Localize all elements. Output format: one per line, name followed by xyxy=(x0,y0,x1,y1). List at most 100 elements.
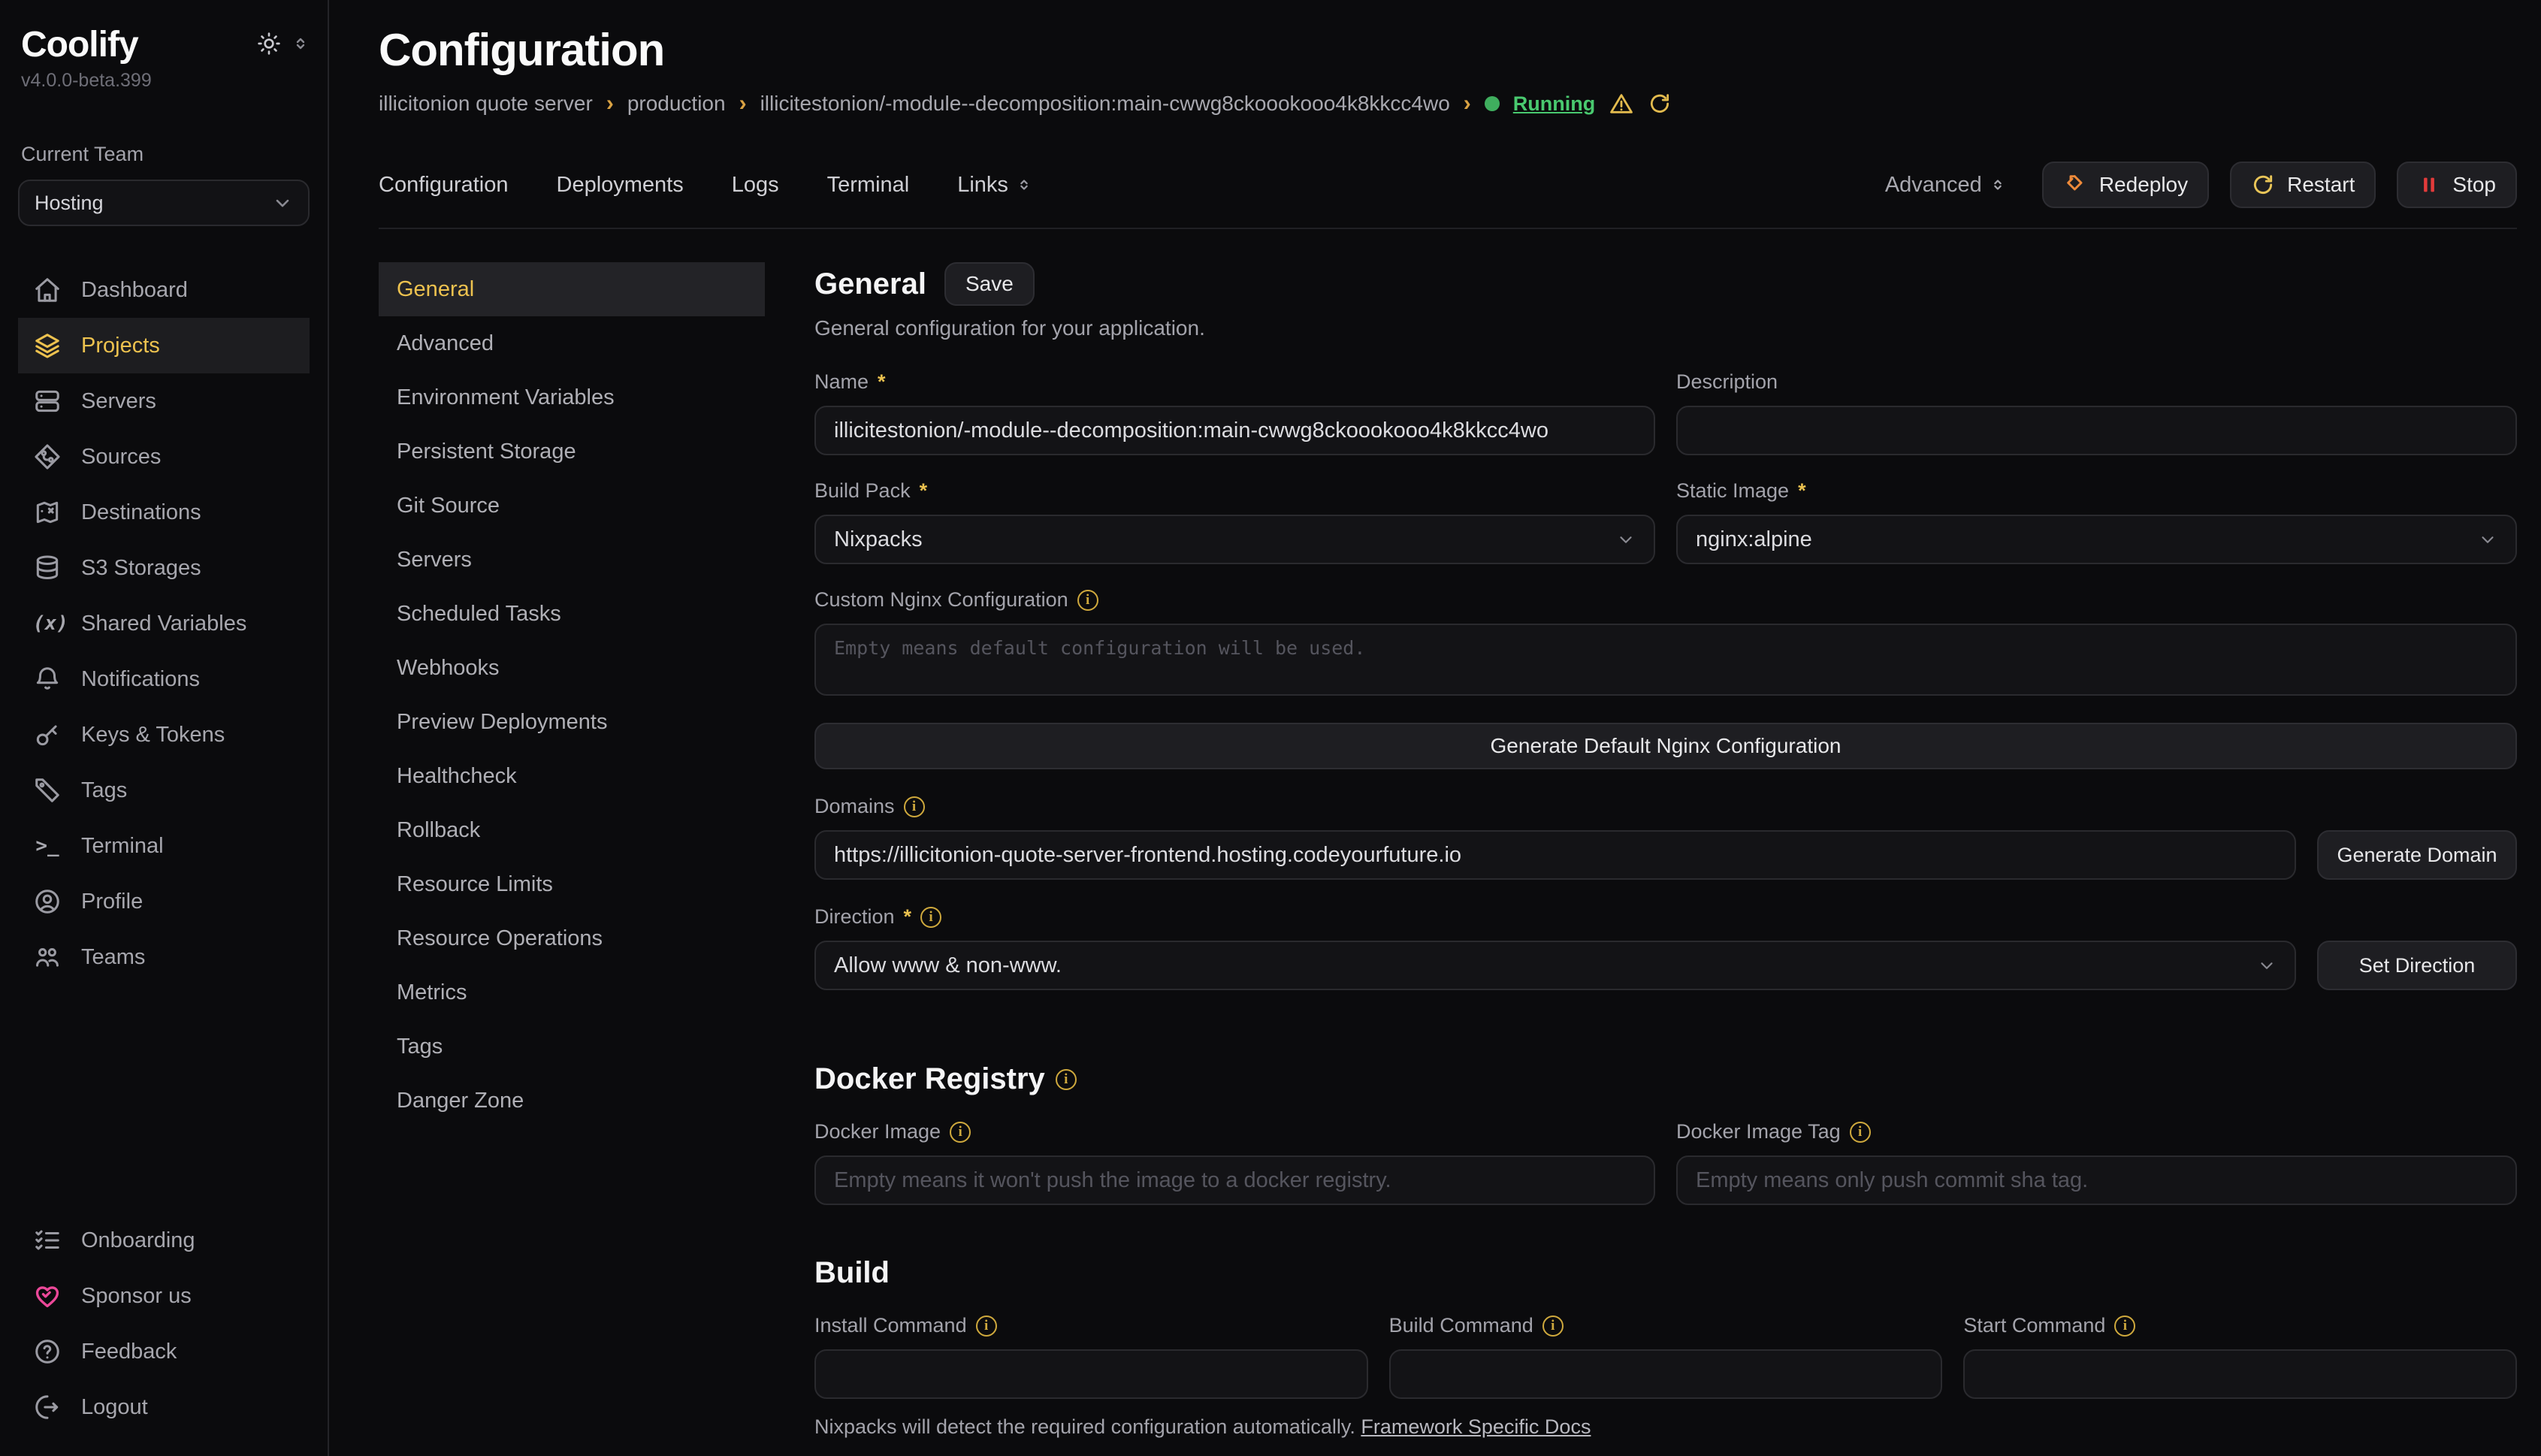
nixpacks-note: Nixpacks will detect the required config… xyxy=(814,1415,2517,1439)
submenu-item-rollback[interactable]: Rollback xyxy=(379,803,765,857)
sidebar-item-sources[interactable]: Sources xyxy=(18,429,310,485)
custom-nginx-textarea[interactable] xyxy=(814,624,2517,696)
status-dot xyxy=(1485,96,1500,111)
sidebar-item-projects[interactable]: Projects xyxy=(18,318,310,373)
submenu-item-servers[interactable]: Servers xyxy=(379,533,765,587)
submenu-item-resource-operations[interactable]: Resource Operations xyxy=(379,911,765,965)
app-logo[interactable]: Coolify xyxy=(21,24,138,65)
sidebar-item-feedback[interactable]: Feedback xyxy=(18,1324,310,1379)
submenu-item-general[interactable]: General xyxy=(379,262,765,316)
build-command-input[interactable] xyxy=(1389,1349,1943,1399)
chevron-down-icon xyxy=(272,192,293,213)
description-field-group: Description xyxy=(1676,370,2517,455)
user-circle-icon xyxy=(33,887,62,916)
start-command-field-group: Start Commandi xyxy=(1963,1314,2517,1399)
advanced-dropdown[interactable]: Advanced xyxy=(1885,173,2006,198)
domains-input[interactable] xyxy=(814,830,2296,880)
logout-icon xyxy=(33,1393,62,1421)
tab-terminal[interactable]: Terminal xyxy=(827,173,910,198)
required-asterisk: * xyxy=(904,905,912,929)
description-input[interactable] xyxy=(1676,406,2517,455)
restart-button[interactable]: Restart xyxy=(2230,162,2376,208)
tab-logs[interactable]: Logs xyxy=(732,173,779,198)
start-command-input[interactable] xyxy=(1963,1349,2517,1399)
generate-nginx-button[interactable]: Generate Default Nginx Configuration xyxy=(814,723,2517,769)
info-icon[interactable]: i xyxy=(1850,1122,1871,1143)
install-command-input[interactable] xyxy=(814,1349,1368,1399)
info-icon[interactable]: i xyxy=(1056,1069,1077,1090)
team-select[interactable]: Hosting xyxy=(18,180,310,226)
general-form: General Save General configuration for y… xyxy=(814,262,2517,1456)
tab-configuration[interactable]: Configuration xyxy=(379,173,509,198)
docker-image-tag-input[interactable] xyxy=(1676,1155,2517,1205)
section-title-general: General xyxy=(814,267,926,301)
submenu-item-metrics[interactable]: Metrics xyxy=(379,965,765,1020)
refresh-icon[interactable] xyxy=(1648,92,1672,116)
submenu-item-persistent-storage[interactable]: Persistent Storage xyxy=(379,424,765,479)
info-icon[interactable]: i xyxy=(1542,1316,1564,1337)
docker-image-field-group: Docker Imagei xyxy=(814,1120,1655,1205)
build-pack-select[interactable]: Nixpacks xyxy=(814,515,1655,564)
warning-triangle-icon[interactable] xyxy=(1609,91,1634,116)
sidebar-item-terminal[interactable]: >_ Terminal xyxy=(18,818,310,874)
docker-image-input[interactable] xyxy=(814,1155,1655,1205)
submenu-item-advanced[interactable]: Advanced xyxy=(379,316,765,370)
submenu-item-preview-deployments[interactable]: Preview Deployments xyxy=(379,695,765,749)
tab-deployments[interactable]: Deployments xyxy=(557,173,684,198)
sidebar-item-destinations[interactable]: Destinations xyxy=(18,485,310,540)
sidebar-item-sponsor-us[interactable]: Sponsor us xyxy=(18,1268,310,1324)
submenu-item-danger-zone[interactable]: Danger Zone xyxy=(379,1074,765,1128)
submenu-item-environment-variables[interactable]: Environment Variables xyxy=(379,370,765,424)
direction-field-group: Direction*i Allow www & non-www. Set Dir… xyxy=(814,905,2517,990)
sidebar-item-logout[interactable]: Logout xyxy=(18,1379,310,1435)
static-image-select[interactable]: nginx:alpine xyxy=(1676,515,2517,564)
breadcrumb-application[interactable]: illicitestonion/-module--decomposition:m… xyxy=(760,92,1450,116)
sidebar-item-keys-tokens[interactable]: Keys & Tokens xyxy=(18,707,310,763)
sidebar-item-shared-variables[interactable]: (x) Shared Variables xyxy=(18,596,310,651)
pause-icon xyxy=(2418,174,2440,196)
build-command-field-group: Build Commandi xyxy=(1389,1314,1943,1399)
status-badge[interactable]: Running xyxy=(1513,92,1595,116)
set-direction-button[interactable]: Set Direction xyxy=(2317,941,2517,990)
sort-chevrons-icon xyxy=(1990,177,2006,193)
framework-docs-link[interactable]: Framework Specific Docs xyxy=(1361,1415,1591,1438)
sort-chevrons-icon[interactable] xyxy=(292,35,310,53)
info-icon[interactable]: i xyxy=(920,907,941,928)
list-checks-icon xyxy=(33,1226,62,1255)
breadcrumb-environment[interactable]: production xyxy=(627,92,726,116)
docker-image-tag-field-group: Docker Image Tagi xyxy=(1676,1120,2517,1205)
submenu-item-scheduled-tasks[interactable]: Scheduled Tasks xyxy=(379,587,765,641)
generate-domain-button[interactable]: Generate Domain xyxy=(2317,830,2517,880)
submenu-item-resource-limits[interactable]: Resource Limits xyxy=(379,857,765,911)
sidebar-item-dashboard[interactable]: Dashboard xyxy=(18,262,310,318)
info-icon[interactable]: i xyxy=(976,1316,997,1337)
theme-toggle-sun-icon[interactable] xyxy=(257,32,281,56)
redeploy-button[interactable]: Redeploy xyxy=(2042,162,2209,208)
submenu-item-healthcheck[interactable]: Healthcheck xyxy=(379,749,765,803)
sidebar-item-s3-storages[interactable]: S3 Storages xyxy=(18,540,310,596)
sidebar-item-servers[interactable]: Servers xyxy=(18,373,310,429)
sidebar-item-onboarding[interactable]: Onboarding xyxy=(18,1213,310,1268)
breadcrumb-project[interactable]: illicitonion quote server xyxy=(379,92,593,116)
page-title: Configuration xyxy=(379,24,2517,76)
sidebar-item-notifications[interactable]: Notifications xyxy=(18,651,310,707)
direction-select[interactable]: Allow www & non-www. xyxy=(814,941,2296,990)
info-icon[interactable]: i xyxy=(1077,590,1098,611)
sidebar-item-profile[interactable]: Profile xyxy=(18,874,310,929)
tab-links[interactable]: Links xyxy=(957,173,1032,198)
save-button[interactable]: Save xyxy=(944,262,1035,306)
sidebar-item-tags[interactable]: Tags xyxy=(18,763,310,818)
name-input[interactable] xyxy=(814,406,1655,455)
sidebar-footer: Onboarding Sponsor us Feedback Logout xyxy=(18,1213,310,1435)
info-icon[interactable]: i xyxy=(2114,1316,2135,1337)
git-source-icon xyxy=(33,443,62,471)
info-icon[interactable]: i xyxy=(950,1122,971,1143)
submenu-item-git-source[interactable]: Git Source xyxy=(379,479,765,533)
sidebar-item-teams[interactable]: Teams xyxy=(18,929,310,985)
chevron-down-icon xyxy=(2257,956,2277,975)
stop-button[interactable]: Stop xyxy=(2397,162,2517,208)
submenu-item-tags[interactable]: Tags xyxy=(379,1020,765,1074)
submenu-item-webhooks[interactable]: Webhooks xyxy=(379,641,765,695)
info-icon[interactable]: i xyxy=(904,796,925,817)
server-icon xyxy=(33,387,62,415)
